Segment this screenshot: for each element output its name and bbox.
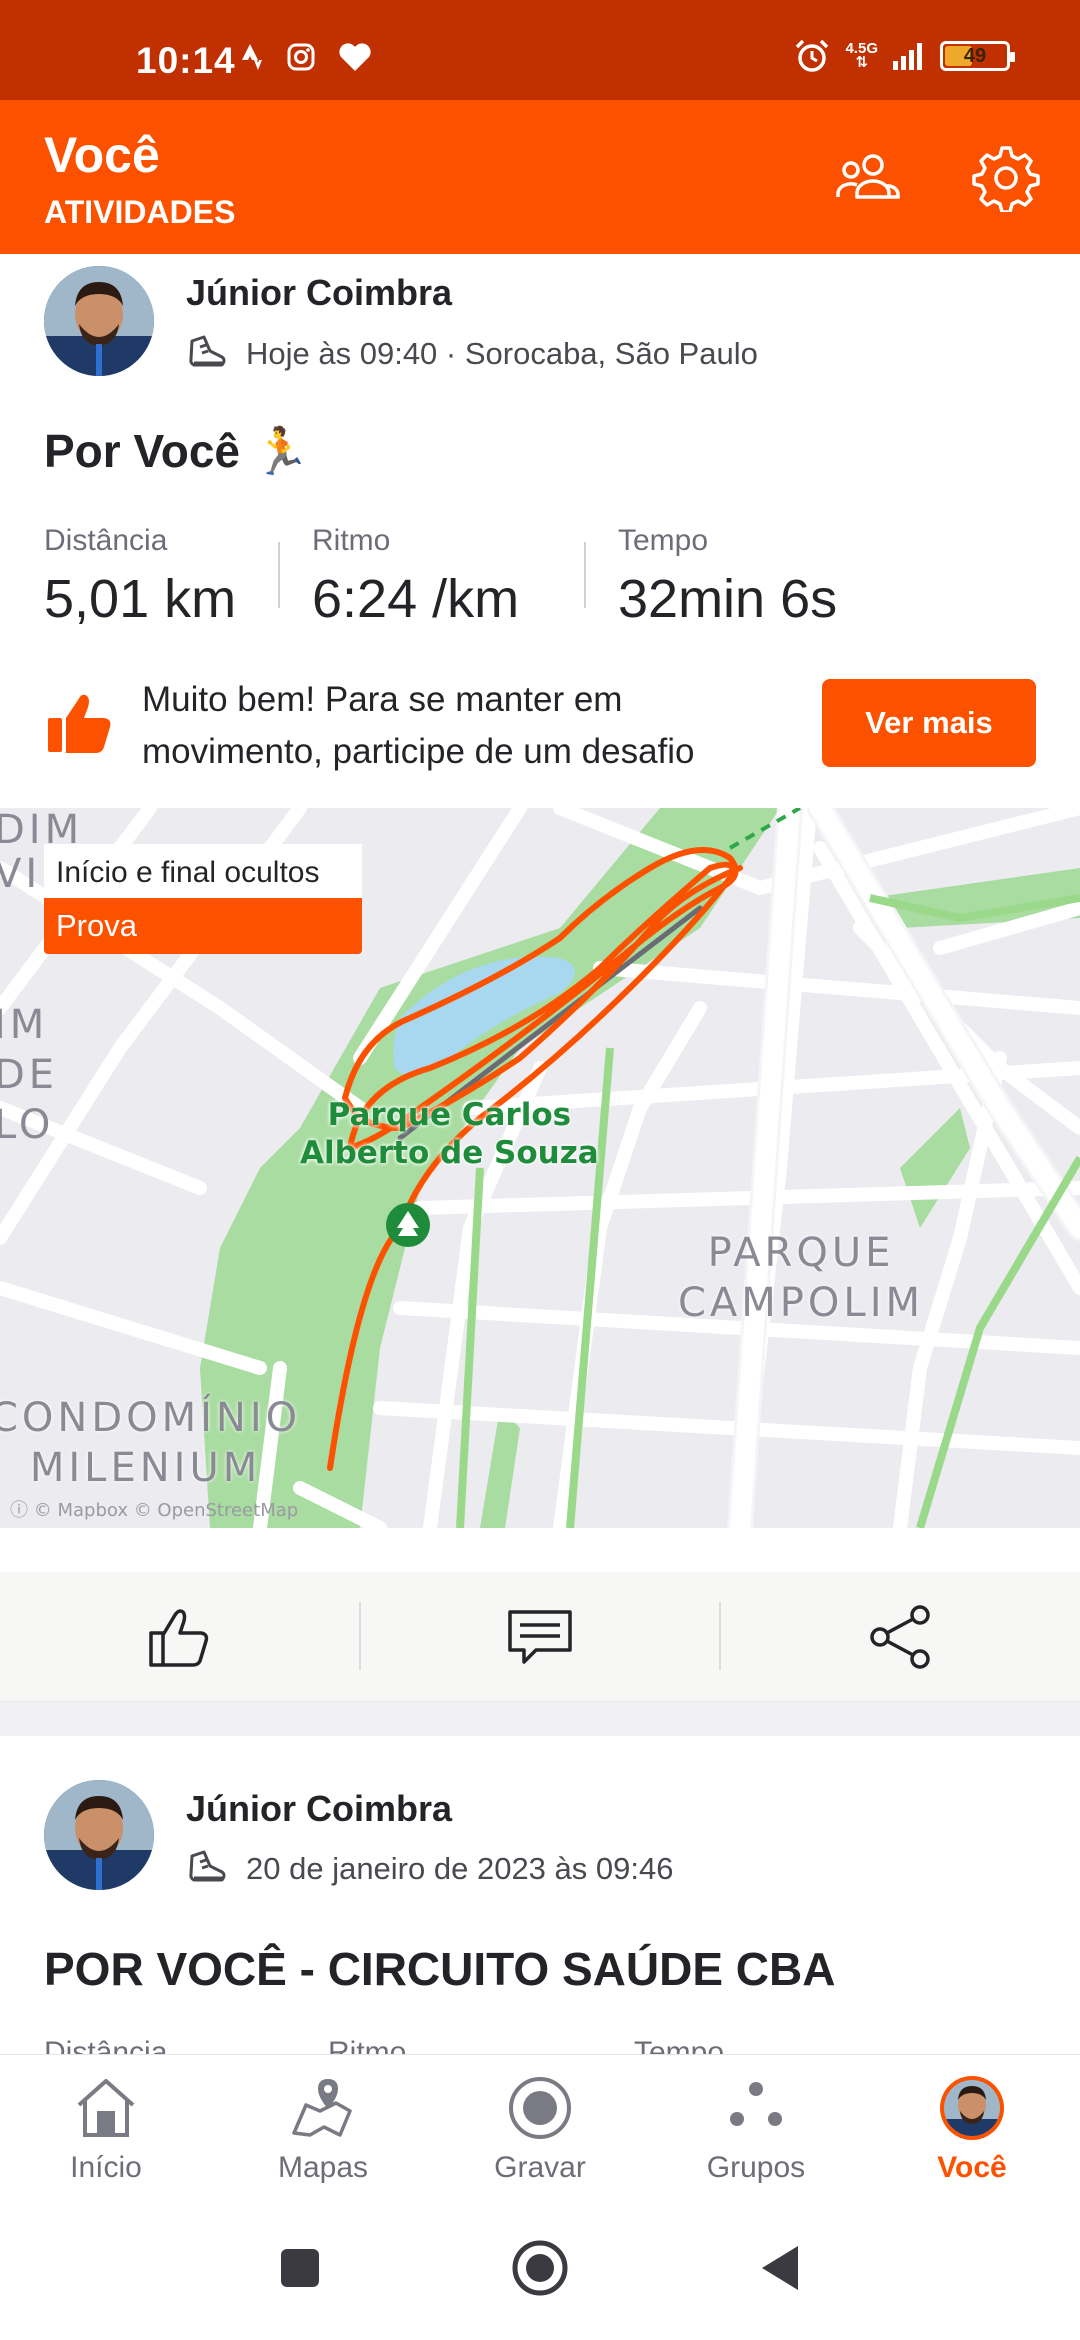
thumbs-up-icon (149, 1609, 209, 1667)
instagram-icon (287, 43, 315, 71)
stat-pace: Ritmo (328, 2036, 406, 2054)
bottom-navigation: Início Mapas Gravar Grupos Você (0, 2054, 1080, 2194)
nav-maps[interactable]: Mapas (233, 2075, 413, 2185)
signal-icon (893, 43, 922, 70)
home-icon (77, 2079, 135, 2137)
stat-distance: Distância 5,01 km (44, 524, 236, 630)
running-shoe-icon (189, 335, 226, 367)
battery-level: 49 (963, 45, 987, 67)
avatar-image (44, 1780, 154, 1890)
avatar-image (44, 266, 154, 376)
activity-meta: Hoje às 09:40 · Sorocaba, São Paulo (186, 333, 758, 375)
nav-home[interactable]: Início (16, 2075, 196, 2185)
record-icon (509, 2077, 571, 2139)
stat-time: Tempo (634, 2036, 724, 2054)
recents-button[interactable] (270, 2238, 330, 2298)
park-label: Parque Carlos Alberto de Souza (300, 1097, 599, 1171)
find-friends-button[interactable] (830, 140, 906, 216)
stat-label: Ritmo (328, 2036, 407, 2054)
groups-icon (730, 2082, 782, 2126)
avatar (940, 2076, 1004, 2140)
circle-icon (512, 2240, 568, 2296)
battery-icon: 49 (940, 41, 1015, 71)
app-header: Você ATIVIDADES (0, 100, 1080, 254)
stat-label: Tempo (618, 524, 709, 557)
gear-icon (972, 146, 1040, 212)
share-icon (870, 1605, 930, 1669)
nav-label: Gravar (494, 2151, 586, 2184)
stat-divider (584, 542, 586, 608)
nav-groups[interactable]: Grupos (666, 2075, 846, 2185)
activity-meta-text: Hoje às 09:40 · Sorocaba, São Paulo (246, 336, 758, 371)
map-attribution[interactable]: ⓘ © Mapbox © OpenStreetMap (10, 1496, 298, 1522)
maps-icon (292, 2079, 352, 2137)
stat-label: Ritmo (312, 524, 391, 557)
back-triangle-icon (762, 2246, 798, 2290)
thumbs-up-badge-icon (44, 688, 114, 758)
district-label: IMDELO (0, 1002, 59, 1148)
activity-meta-text: 20 de janeiro de 2023 às 09:46 (246, 1851, 674, 1886)
nav-label: Grupos (706, 2151, 806, 2184)
district-label: PARQUE CAMPOLIM (678, 1230, 925, 1326)
feed-separator (0, 1702, 1080, 1736)
page-title: Você (44, 127, 160, 183)
heart-icon (339, 43, 371, 71)
stat-label: Tempo (634, 2036, 725, 2054)
nav-label: Você (937, 2151, 1007, 2184)
comment-button[interactable] (360, 1572, 720, 1702)
nav-you[interactable]: Você (882, 2075, 1062, 2185)
stat-value: 32min 6s (618, 569, 838, 629)
nav-label: Mapas (277, 2151, 369, 2184)
athlete-name[interactable]: Júnior Coimbra (186, 1788, 452, 1830)
stat-value: 6:24 /km (312, 569, 520, 629)
suggestion-text: Muito bem! Para se manter em movimento, … (142, 680, 695, 771)
district-label: CONDOMÍNIO MILENIUM (0, 1395, 302, 1491)
map-badge: Início e final ocultos Prova (44, 844, 362, 954)
stat-pace: Ritmo 6:24 /km (312, 524, 519, 630)
stat-time: Tempo 32min 6s (618, 524, 837, 630)
athlete-name[interactable]: Júnior Coimbra (186, 272, 452, 314)
nav-record[interactable]: Gravar (450, 2075, 630, 2185)
strava-notification-icon (242, 44, 262, 70)
activity-title[interactable]: POR VOCÊ - CIRCUITO SAÚDE CBA (44, 1942, 835, 1996)
system-navigation (0, 2194, 1080, 2340)
page-subtitle[interactable]: ATIVIDADES (44, 194, 235, 231)
settings-button[interactable] (968, 140, 1044, 216)
stat-label: Distância (44, 2036, 168, 2054)
back-button[interactable] (750, 2238, 810, 2298)
share-button[interactable] (720, 1572, 1080, 1702)
comment-icon (508, 1610, 572, 1664)
stat-label: Distância (44, 524, 168, 557)
square-icon (281, 2249, 319, 2287)
activity-map[interactable]: Parque Carlos Alberto de Souza PARQUE CAMP… (0, 808, 1080, 1528)
nav-label: Início (70, 2151, 142, 2184)
hidden-endpoints-note: Início e final ocultos (44, 844, 362, 898)
network-type: 4.5G ⇅ (845, 40, 878, 71)
stat-divider (278, 542, 280, 608)
avatar[interactable] (44, 266, 154, 376)
like-button[interactable] (0, 1572, 360, 1702)
people-icon (836, 154, 900, 199)
avatar[interactable] (44, 1780, 154, 1890)
activity-actions (0, 1572, 1080, 1702)
stat-distance: Distância (44, 2036, 167, 2054)
activity-meta: 20 de janeiro de 2023 às 09:46 (186, 1848, 673, 1890)
running-shoe-icon (189, 1850, 226, 1882)
clock: 10:14 (136, 40, 236, 81)
status-bar: 10:14 4.5G ⇅ 49 (0, 0, 1080, 100)
race-tag: Prova (44, 898, 362, 954)
activity-title[interactable]: Por Você 🏃 (44, 424, 310, 479)
see-more-button[interactable]: Ver mais (822, 679, 1036, 767)
alarm-icon (796, 39, 829, 72)
home-button[interactable] (510, 2238, 570, 2298)
stat-value: 5,01 km (44, 569, 237, 629)
